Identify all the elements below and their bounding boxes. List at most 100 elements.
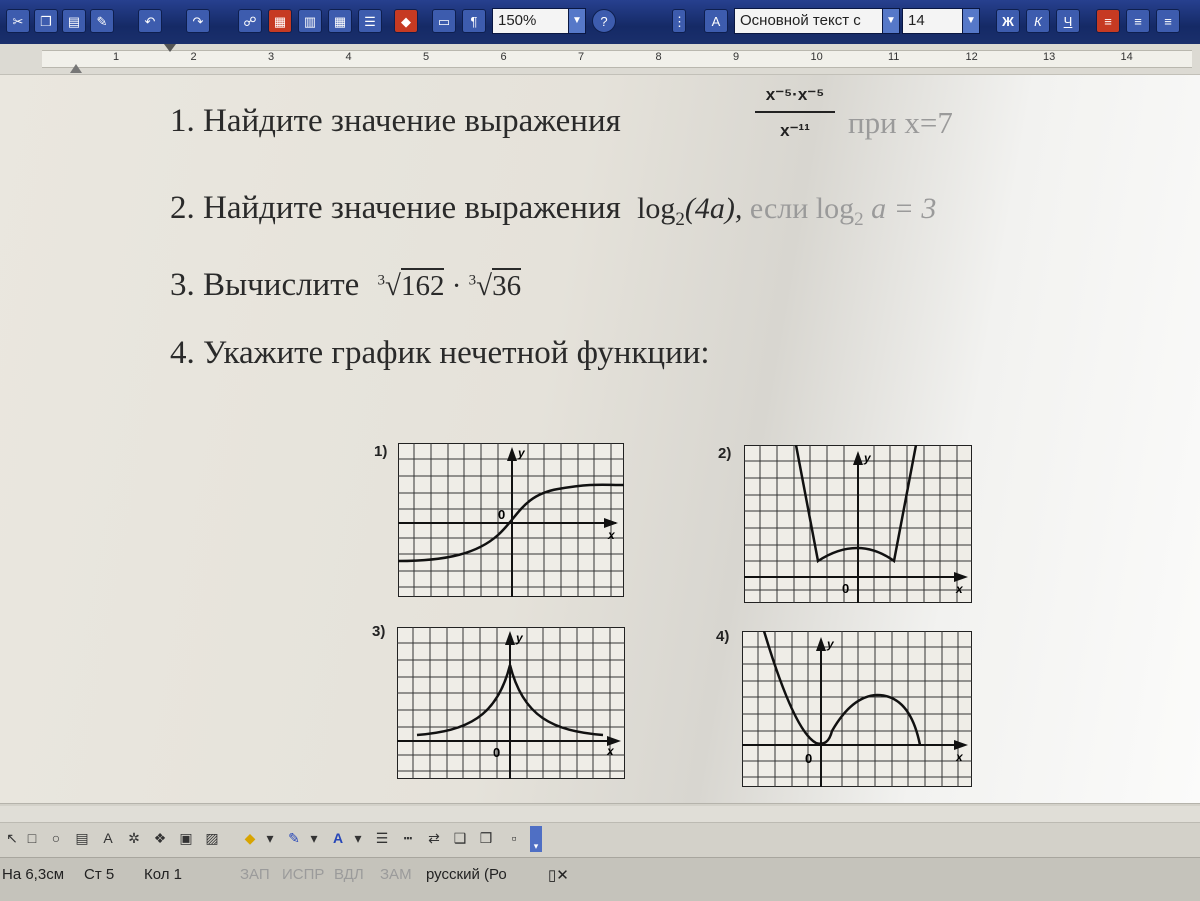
status-record[interactable]: ЗАП <box>240 866 270 883</box>
graph-3-label: 3) <box>372 623 386 640</box>
toolbar-options-icon[interactable]: ⋮ <box>672 9 686 33</box>
graph-1[interactable]: y x 0 <box>398 443 624 597</box>
line-color-dropdown-icon[interactable]: ▾ <box>304 828 324 848</box>
graph-1-label: 1) <box>374 443 388 460</box>
style-field[interactable]: Основной текст с <box>734 8 884 34</box>
task-2-expression: log2(4a), <box>637 192 750 230</box>
first-line-indent-icon[interactable] <box>164 44 176 52</box>
drawing-icon[interactable]: ◆ <box>394 9 418 33</box>
horizontal-scrollbar[interactable] <box>0 806 1200 823</box>
task-3: 3. Вычислите 3√162 · 3√36 <box>170 267 522 304</box>
shadow-style-icon[interactable]: ❑ <box>450 828 470 848</box>
bold-button[interactable]: Ж <box>996 9 1020 33</box>
font-color-dropdown-icon[interactable]: ▾ <box>348 828 368 848</box>
dash-style-icon[interactable]: ┅ <box>398 828 418 848</box>
horizontal-ruler[interactable]: 1 2 3 4 5 6 7 8 9 10 11 12 13 14 <box>0 44 1200 75</box>
ruler-number: 12 <box>965 51 978 63</box>
status-overtype[interactable]: ЗАМ <box>380 866 412 883</box>
underline-button[interactable]: Ч <box>1056 9 1080 33</box>
line-style-icon[interactable]: ☰ <box>372 828 392 848</box>
italic-button[interactable]: К <box>1026 9 1050 33</box>
style-dropdown-icon[interactable]: ▼ <box>882 8 900 34</box>
toolbar-options-icon[interactable]: ▾ <box>530 826 542 852</box>
align-left-icon[interactable]: ≡ <box>1096 9 1120 33</box>
line-color-icon[interactable]: ✎ <box>284 828 304 848</box>
status-page: Ст 5 <box>84 866 115 883</box>
wordart-icon[interactable]: A <box>98 828 118 848</box>
graph-4-label: 4) <box>716 628 730 645</box>
graph-2[interactable]: y x 0 <box>744 445 972 603</box>
graph-1-origin: 0 <box>498 507 505 522</box>
ruler-number: 4 <box>345 51 352 63</box>
status-track-changes[interactable]: ИСПР <box>282 866 324 883</box>
multiply-dot: · <box>444 270 469 302</box>
document-map-icon[interactable]: ▭ <box>432 9 456 33</box>
ruler-number: 1 <box>113 51 120 63</box>
graph-4[interactable]: y x 0 <box>742 631 972 787</box>
graph-3-x-label: x <box>606 744 615 758</box>
paste-icon[interactable]: ▤ <box>62 9 86 33</box>
undo-icon[interactable]: ↶ <box>138 9 162 33</box>
redo-icon[interactable]: ↷ <box>186 9 210 33</box>
fill-color-dropdown-icon[interactable]: ▾ <box>260 828 280 848</box>
status-bar: На 6,3см Ст 5 Кол 1 ЗАП ИСПР ВДЛ ЗАМ рус… <box>0 857 1200 901</box>
oval-icon[interactable]: ○ <box>46 828 66 848</box>
graph-4-origin: 0 <box>805 751 812 766</box>
document-page[interactable]: 1. Найдите значение выражения x⁻⁵·x⁻⁵ x⁻… <box>0 75 1200 803</box>
task-4: 4. Укажите график нечетной функции: <box>170 335 710 372</box>
condition-value: a = 3 <box>863 192 937 225</box>
graph-1-y-label: y <box>517 446 526 460</box>
zoom-dropdown-icon[interactable]: ▼ <box>568 8 586 34</box>
insert-picture-icon[interactable]: ▣ <box>176 828 196 848</box>
graph-4-frame <box>742 631 972 787</box>
3d-settings-icon[interactable]: ▫ <box>504 828 524 848</box>
tables-borders-icon[interactable]: ▦ <box>268 9 292 33</box>
select-objects-icon[interactable]: ↖ <box>2 828 22 848</box>
columns-icon[interactable]: ☰ <box>358 9 382 33</box>
formatting-toolbar: ✂ ❐ ▤ ✎ ↶ ↷ ☍ ▦ ▥ ▦ ☰ ◆ ▭ ¶ 150% ▼ ? ⋮ A… <box>0 0 1200 44</box>
align-center-icon[interactable]: ≡ <box>1126 9 1150 33</box>
graph-2-y-label: y <box>863 451 872 465</box>
font-size-field[interactable]: 14 <box>902 8 964 34</box>
diagram-icon[interactable]: ✲ <box>124 828 144 848</box>
copy-icon[interactable]: ❐ <box>34 9 58 33</box>
clip-art-icon[interactable]: ❖ <box>150 828 170 848</box>
align-right-icon[interactable]: ≡ <box>1156 9 1180 33</box>
root-index-1: 3 <box>377 272 386 289</box>
3d-style-icon[interactable]: ❒ <box>476 828 496 848</box>
font-color-icon[interactable]: A <box>328 828 348 848</box>
cut-icon[interactable]: ✂ <box>6 9 30 33</box>
arrow-style-icon[interactable]: ⇄ <box>424 828 444 848</box>
status-extend[interactable]: ВДЛ <box>334 866 364 883</box>
graph-2-x-label: x <box>955 582 964 596</box>
fill-color-icon[interactable]: ◆ <box>240 828 260 848</box>
graph-3-origin: 0 <box>493 745 500 760</box>
zoom-field[interactable]: 150% <box>492 8 570 34</box>
spelling-status-icon[interactable]: ▯✕ <box>548 866 569 884</box>
task-2: 2. Найдите значение выражения log2(4a), … <box>170 190 936 231</box>
ruler-number: 10 <box>810 51 823 63</box>
graph-4-x-label: x <box>955 750 964 764</box>
graph-3[interactable]: y x 0 <box>397 627 625 779</box>
format-painter-icon[interactable]: ✎ <box>90 9 114 33</box>
task-1: 1. Найдите значение выражения <box>170 103 621 140</box>
insert-table-icon[interactable]: ▥ <box>298 9 322 33</box>
help-icon[interactable]: ? <box>592 9 616 33</box>
graph-3-y-label: y <box>515 631 524 645</box>
text-box-icon[interactable]: ▤ <box>72 828 92 848</box>
font-size-dropdown-icon[interactable]: ▼ <box>962 8 980 34</box>
radicand-2: 36 <box>492 268 522 302</box>
graph-4-y-label: y <box>826 637 835 651</box>
ruler-number: 14 <box>1120 51 1133 63</box>
picture-icon[interactable]: ▨ <box>202 828 222 848</box>
graph-2-label: 2) <box>718 445 732 462</box>
show-formatting-button[interactable]: ¶ <box>462 9 486 33</box>
insert-excel-icon[interactable]: ▦ <box>328 9 352 33</box>
ruler-number: 5 <box>423 51 430 63</box>
ruler-strip <box>42 50 1192 68</box>
ruler-number: 3 <box>268 51 275 63</box>
fraction-denominator: x⁻¹¹ <box>780 121 810 140</box>
hyperlink-icon[interactable]: ☍ <box>238 9 262 33</box>
styles-pane-icon[interactable]: A <box>704 9 728 33</box>
rectangle-icon[interactable]: □ <box>22 828 42 848</box>
